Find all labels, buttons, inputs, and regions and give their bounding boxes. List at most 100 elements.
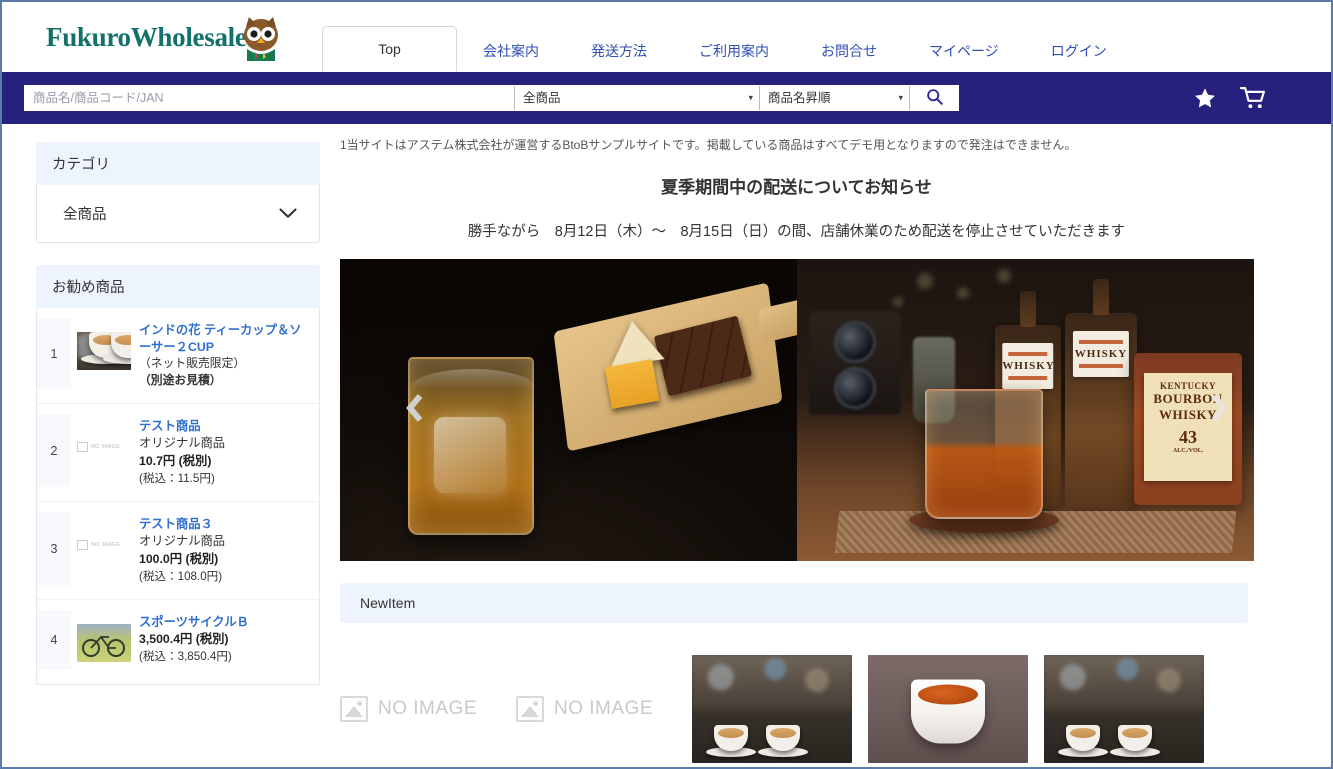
bottle-label-text: WHISKY — [1002, 360, 1055, 373]
search-bar: 全商品 ▾ 商品名昇順 ▾ — [2, 72, 1331, 124]
item-subtitle: オリジナル商品 — [139, 435, 226, 450]
item-thumbnail — [77, 332, 131, 370]
carousel-next-button[interactable] — [1206, 392, 1232, 428]
tab-company-info[interactable]: 会社案内 — [457, 30, 565, 72]
no-image-placeholder: NO IMAGE — [516, 696, 654, 723]
item-quote-note: （別途お見積） — [139, 373, 222, 388]
cart-icon[interactable] — [1239, 86, 1267, 111]
sidebar: カテゴリ 全商品 お勧め商品 1 インドの花 ティーカップ＆ソーサー２CUP （… — [2, 124, 338, 767]
newitem-cell[interactable] — [692, 655, 852, 764]
bottle-label: WHISKY — [1002, 343, 1055, 390]
item-title[interactable]: スポーツサイクルＢ — [139, 614, 307, 631]
no-image-icon: NO IMAGE — [77, 440, 131, 454]
category-selected-label: 全商品 — [63, 207, 107, 223]
whiskey-glass — [925, 389, 1043, 520]
item-subtitle: オリジナル商品 — [139, 534, 226, 549]
item-info: テスト商品 オリジナル商品 10.7円 (税別) (税込：11.5円) — [139, 414, 311, 487]
chevron-left-icon — [405, 393, 425, 428]
main-navigation: Top 会社案内 発送方法 ご利用案内 お問合せ マイページ ログイン — [322, 2, 1331, 72]
category-accordion[interactable]: 全商品 — [36, 185, 320, 243]
item-info: スポーツサイクルＢ 3,500.4円 (税別) (税込：3,850.4円) — [139, 610, 311, 665]
item-title[interactable]: テスト商品３ — [139, 516, 307, 533]
tab-shipping-method[interactable]: 発送方法 — [565, 30, 673, 72]
newitem-cell[interactable]: NO IMAGE — [340, 655, 500, 763]
browser-window: FukuroWholesale Top 会社案内 発送方法 ご利用案内 お問合せ… — [0, 0, 1333, 769]
list-item[interactable]: 4 スポーツサイクルＢ 3,500.4円 (税別) (税込：3,850.4円) — [37, 600, 319, 684]
tab-contact[interactable]: お問合せ — [795, 30, 903, 72]
tab-usage-guide[interactable]: ご利用案内 — [673, 30, 795, 72]
cheese-block — [604, 359, 660, 410]
whisky-bottle-2: WHISKY — [1065, 279, 1137, 510]
item-rank: 3 — [37, 512, 71, 586]
whiskey-glass — [408, 357, 536, 536]
chevron-right-icon — [1209, 393, 1229, 428]
list-item[interactable]: 1 インドの花 ティーカップ＆ソーサー２CUP （ネット販売限定） （別途お見積… — [37, 308, 319, 405]
item-rank: 4 — [37, 610, 71, 671]
category-select[interactable]: 全商品 — [515, 86, 760, 110]
no-image-placeholder: NO IMAGE — [340, 696, 478, 723]
kentucky-bourbon-bottle: KENTUCKY BOURBON WHISKY 43 ALC./VOL. — [1134, 353, 1242, 506]
tab-login[interactable]: ログイン — [1025, 30, 1133, 72]
recommended-panel: お勧め商品 1 インドの花 ティーカップ＆ソーサー２CUP （ネット販売限定） … — [36, 265, 320, 686]
search-icon — [926, 88, 943, 108]
newitem-cell[interactable] — [1044, 655, 1204, 764]
item-thumbnail: NO IMAGE — [77, 526, 131, 564]
item-title[interactable]: テスト商品 — [139, 418, 307, 435]
no-image-label: NO IMAGE — [378, 698, 478, 720]
cafe-latte-cups-photo — [1044, 655, 1204, 764]
bottle-label: WHISKY — [1072, 331, 1130, 378]
carousel-slide-bourbon[interactable]: WHISKY WHISKY KENTUCKY BOURBON WHISKY 43… — [797, 259, 1254, 562]
white-teacup-photo — [868, 655, 1028, 764]
bottle-label-text: WHISKY — [1074, 348, 1128, 361]
search-group: 全商品 ▾ 商品名昇順 ▾ — [24, 85, 959, 111]
item-info: インドの花 ティーカップ＆ソーサー２CUP （ネット販売限定） （別途お見積） — [139, 318, 311, 389]
item-thumbnail: NO IMAGE — [77, 428, 131, 466]
item-title[interactable]: インドの花 ティーカップ＆ソーサー２CUP — [139, 322, 307, 355]
search-button[interactable] — [910, 86, 958, 110]
item-price: 100.0円 (税別) — [139, 551, 219, 566]
tab-top[interactable]: Top — [322, 26, 457, 72]
main-content: 1当サイトはアステム株式会社が運営するBtoBサンプルサイトです。掲載している商… — [338, 124, 1331, 767]
list-item[interactable]: 2 NO IMAGE テスト商品 オリジナル商品 10.7円 (税別) (税込：… — [37, 404, 319, 503]
category-panel-title: カテゴリ — [36, 142, 320, 185]
tab-my-page[interactable]: マイページ — [903, 30, 1025, 72]
page-body: カテゴリ 全商品 お勧め商品 1 インドの花 ティーカップ＆ソーサー２CUP （… — [2, 124, 1331, 767]
cheese-triangle — [605, 317, 665, 367]
hero-carousel[interactable]: WHISKY WHISKY KENTUCKY BOURBON WHISKY 43… — [340, 259, 1254, 562]
announcement-title: 夏季期間中の配送についてお知らせ — [661, 178, 932, 198]
site-notice: 1当サイトはアステム株式会社が運営するBtoBサンプルサイトです。掲載している商… — [340, 138, 1077, 152]
owl-mascot-icon — [239, 15, 283, 63]
item-rank: 2 — [37, 414, 71, 488]
image-placeholder-icon — [340, 696, 368, 723]
item-price-with-tax: (税込：108.0円) — [139, 569, 223, 583]
search-input[interactable] — [25, 86, 515, 110]
logo-text: FukuroWholesale — [46, 21, 247, 52]
newitem-section-title: NewItem — [340, 583, 1248, 624]
newitem-list: NO IMAGE NO IMAGE — [340, 655, 1248, 764]
star-icon[interactable] — [1192, 86, 1218, 111]
no-image-label: NO IMAGE — [554, 698, 654, 720]
no-image-icon: NO IMAGE — [77, 538, 131, 552]
site-logo[interactable]: FukuroWholesale — [2, 2, 322, 72]
list-item[interactable]: 3 NO IMAGE テスト商品３ オリジナル商品 100.0円 (税別) (税… — [37, 502, 319, 601]
item-price-with-tax: (税込：3,850.4円) — [139, 649, 232, 663]
bicycle-photo — [82, 636, 125, 658]
header-action-icons — [1192, 86, 1309, 111]
stamp-line-kentucky: KENTUCKY — [1159, 381, 1216, 392]
sort-select[interactable]: 商品名昇順 — [760, 86, 910, 110]
image-placeholder-icon — [516, 696, 544, 723]
item-price: 3,500.4円 (税別) — [139, 632, 229, 647]
category-select-wrap: 全商品 ▾ — [515, 86, 760, 110]
item-info: テスト商品３ オリジナル商品 100.0円 (税別) (税込：108.0円) — [139, 512, 311, 585]
item-thumbnail — [77, 624, 131, 663]
carousel-prev-button[interactable] — [402, 392, 428, 428]
item-price: 10.7円 (税別) — [139, 453, 212, 468]
recommended-panel-title: お勧め商品 — [36, 265, 320, 308]
cafe-latte-cups-photo — [692, 655, 852, 764]
newitem-cell[interactable]: NO IMAGE — [516, 655, 676, 763]
recommended-list: 1 インドの花 ティーカップ＆ソーサー２CUP （ネット販売限定） （別途お見積… — [36, 308, 320, 686]
stamp-alc: ALC./VOL. — [1172, 448, 1204, 455]
newitem-cell[interactable] — [868, 655, 1028, 764]
stamp-abv: 43 — [1179, 427, 1197, 448]
site-header: FukuroWholesale Top 会社案内 発送方法 ご利用案内 お問合せ… — [2, 2, 1331, 72]
